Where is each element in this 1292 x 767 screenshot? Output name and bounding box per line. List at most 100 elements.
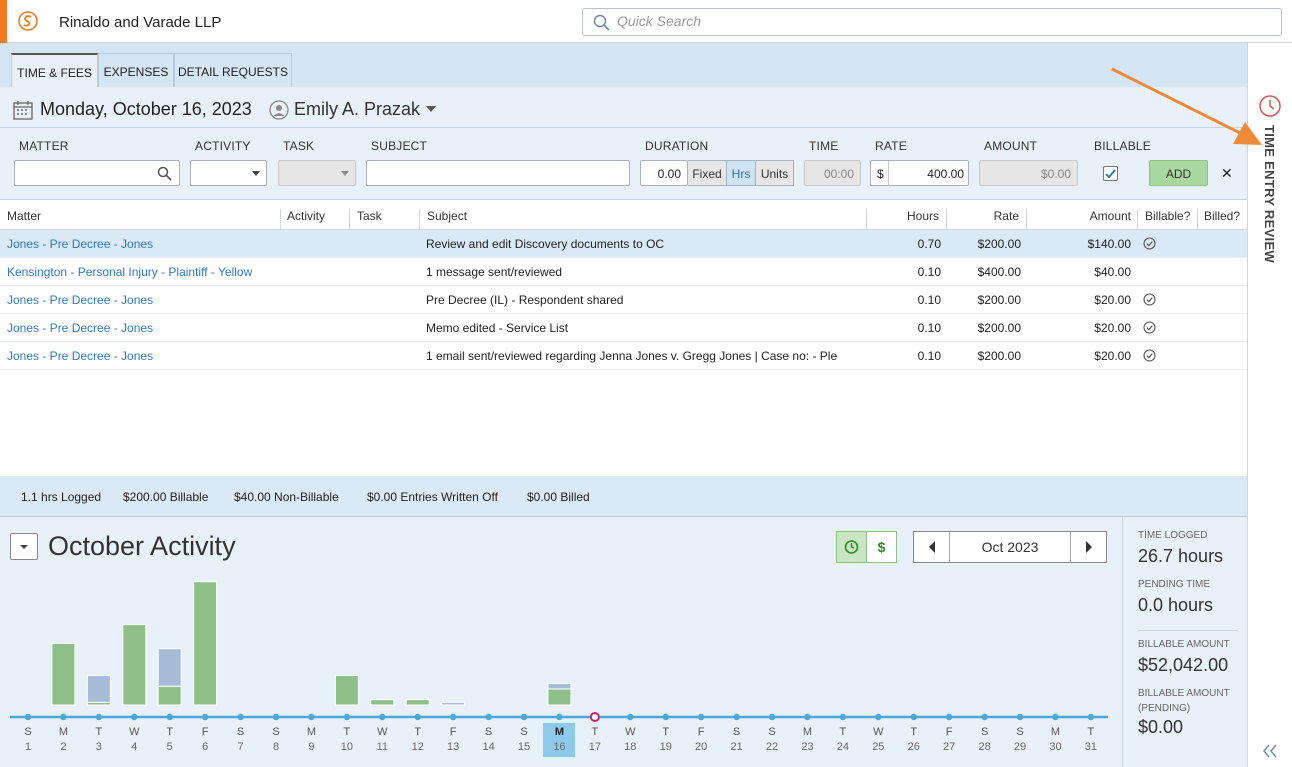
day-number-label[interactable]: 31 (1081, 741, 1101, 753)
weekday-label[interactable]: T (337, 726, 357, 738)
weekday-label[interactable]: W (124, 726, 144, 738)
weekday-label[interactable]: F (195, 726, 215, 738)
day-number-label[interactable]: 18 (620, 741, 640, 753)
day-marker[interactable] (131, 713, 138, 721)
column-header-task[interactable]: Task (357, 209, 382, 223)
day-number-label[interactable]: 4 (124, 741, 144, 753)
table-row[interactable]: Jones - Pre Decree - Jones 1 email sent/r… (0, 342, 1247, 370)
search-icon[interactable] (157, 166, 172, 181)
day-marker[interactable] (95, 713, 103, 721)
weekday-label[interactable]: T (585, 726, 605, 738)
chart-bar[interactable] (122, 624, 147, 706)
day-marker[interactable] (237, 713, 244, 721)
billable-checkbox[interactable] (1103, 166, 1118, 181)
weekday-label[interactable]: F (691, 726, 711, 738)
column-header-billed[interactable]: Billed? (1204, 209, 1240, 223)
day-number-label[interactable]: 23 (797, 741, 817, 753)
matter-field[interactable] (14, 160, 180, 186)
day-marker[interactable] (414, 713, 421, 721)
day-number-label[interactable]: 9 (301, 741, 321, 753)
chart-bar[interactable] (86, 675, 111, 703)
day-number-label[interactable]: 7 (231, 741, 251, 753)
day-number-label[interactable]: 10 (337, 741, 357, 753)
weekday-label[interactable]: W (620, 726, 640, 738)
matter-link[interactable]: Jones - Pre Decree - Jones (7, 321, 277, 335)
day-number-label[interactable]: 14 (479, 741, 499, 753)
day-number-label[interactable]: 22 (762, 741, 782, 753)
weekday-label[interactable]: M (53, 726, 73, 738)
time-field[interactable]: 00:00 (804, 160, 861, 186)
collapse-activity-button[interactable] (10, 533, 38, 560)
weekday-label[interactable]: T (408, 726, 428, 738)
day-marker[interactable] (60, 713, 67, 721)
entry-date[interactable]: Monday, October 16, 2023 (40, 99, 252, 120)
tab-detail-requests[interactable]: DETAIL REQUESTS (174, 53, 292, 87)
day-marker[interactable] (981, 713, 988, 721)
weekday-label[interactable]: S (231, 726, 251, 738)
search-input[interactable] (617, 13, 1217, 29)
day-number-label[interactable]: 24 (833, 741, 853, 753)
day-marker[interactable] (910, 713, 917, 721)
subject-field[interactable] (366, 160, 630, 186)
rate-field[interactable]: $ 400.00 (870, 160, 969, 186)
day-number-label[interactable]: 20 (691, 741, 711, 753)
chart-bar[interactable] (547, 683, 572, 690)
add-entry-button[interactable]: ADD (1149, 160, 1208, 186)
weekday-label[interactable]: W (868, 726, 888, 738)
close-icon[interactable]: ✕ (1221, 165, 1233, 182)
chart-bar[interactable] (193, 581, 218, 706)
weekday-label[interactable]: M (797, 726, 817, 738)
day-number-label[interactable]: 27 (939, 741, 959, 753)
column-header-amount[interactable]: Amount (1034, 209, 1131, 223)
duration-units-toggle[interactable]: Units (756, 160, 794, 186)
column-header-hours[interactable]: Hours (874, 209, 939, 223)
day-number-label[interactable]: 19 (656, 741, 676, 753)
calendar-icon[interactable] (13, 100, 33, 120)
weekday-label[interactable]: S (1010, 726, 1030, 738)
weekday-label[interactable]: M (549, 726, 569, 738)
day-marker[interactable] (1052, 713, 1059, 721)
weekday-label[interactable]: S (727, 726, 747, 738)
weekday-label[interactable]: T (904, 726, 924, 738)
day-number-label[interactable]: 16 (549, 741, 569, 753)
subject-input[interactable] (367, 161, 629, 185)
weekday-label[interactable]: T (1081, 726, 1101, 738)
day-marker[interactable] (1016, 713, 1024, 721)
weekday-label[interactable]: F (443, 726, 463, 738)
weekday-label[interactable]: T (160, 726, 180, 738)
day-marker[interactable] (662, 713, 669, 721)
column-header-matter[interactable]: Matter (7, 209, 41, 223)
double-chevron-left-icon[interactable] (1262, 744, 1278, 758)
table-row[interactable]: Jones - Pre Decree - Jones Memo edited - … (0, 314, 1247, 342)
day-marker[interactable] (627, 713, 634, 721)
chart-bar[interactable] (157, 648, 182, 687)
table-row[interactable]: Kensington - Personal Injury - Plaintiff… (0, 258, 1247, 286)
tab-time-fees[interactable]: TIME & FEES (11, 53, 98, 87)
day-marker[interactable] (24, 713, 32, 721)
day-marker[interactable] (272, 713, 280, 721)
chart-bar[interactable] (51, 642, 76, 706)
weekday-label[interactable]: M (1045, 726, 1065, 738)
table-row[interactable]: Jones - Pre Decree - Jones Review and edi… (0, 230, 1247, 258)
day-number-label[interactable]: 8 (266, 741, 286, 753)
duration-hrs-toggle[interactable]: Hrs (727, 160, 756, 186)
task-select[interactable] (278, 160, 356, 186)
chart-bar[interactable] (441, 701, 466, 706)
column-header-billable[interactable]: Billable? (1145, 209, 1190, 223)
day-marker[interactable] (804, 713, 811, 721)
weekday-label[interactable]: M (301, 726, 321, 738)
matter-input[interactable] (15, 161, 179, 185)
column-header-activity[interactable]: Activity (287, 209, 325, 223)
activity-select[interactable] (190, 160, 267, 186)
day-marker[interactable] (166, 713, 173, 721)
previous-month-button[interactable] (914, 532, 950, 562)
matter-link[interactable]: Kensington - Personal Injury - Plaintiff… (7, 265, 277, 279)
weekday-label[interactable]: S (18, 726, 38, 738)
day-number-label[interactable]: 1 (18, 741, 38, 753)
day-marker[interactable] (520, 713, 528, 721)
day-number-label[interactable]: 6 (195, 741, 215, 753)
day-marker[interactable] (875, 713, 882, 721)
day-number-label[interactable]: 15 (514, 741, 534, 753)
day-marker[interactable] (308, 713, 315, 721)
duration-fixed-toggle[interactable]: Fixed (688, 160, 727, 186)
